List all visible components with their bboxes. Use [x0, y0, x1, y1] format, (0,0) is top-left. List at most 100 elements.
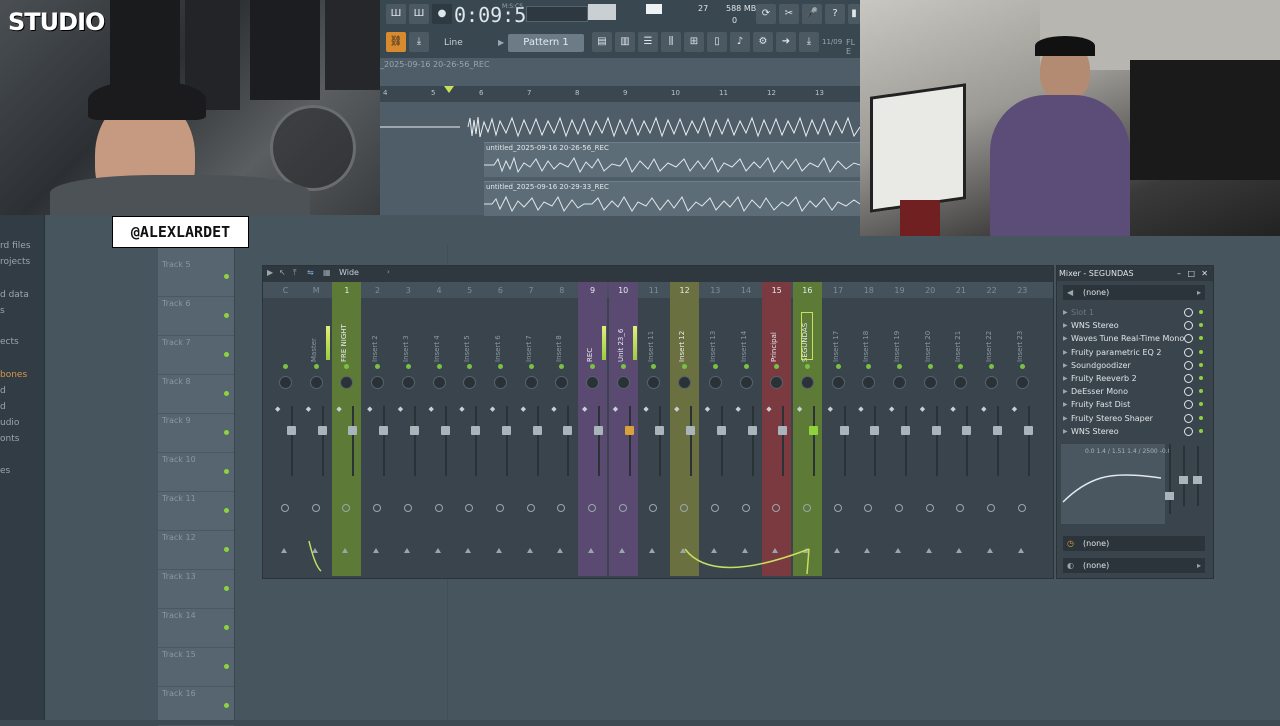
- track-led[interactable]: [224, 703, 229, 708]
- track-header[interactable]: Track 11: [158, 491, 234, 531]
- slot-enable-led[interactable]: [1199, 362, 1203, 367]
- timeline-ruler[interactable]: 4 5 6 7 8 9 10 11 12 13: [380, 86, 860, 102]
- download-icon[interactable]: ⤓: [799, 32, 819, 52]
- track-led[interactable]: [224, 547, 229, 552]
- slot-mix-knob[interactable]: [1184, 334, 1193, 344]
- slot-mix-knob[interactable]: [1184, 360, 1193, 370]
- slot-enable-led[interactable]: [1199, 402, 1203, 407]
- track-led[interactable]: [224, 352, 229, 357]
- piano-roll-icon[interactable]: ▥: [615, 32, 635, 52]
- fx-slot[interactable]: ▶ Soundgoodizer: [1063, 359, 1205, 372]
- slot-enable-led[interactable]: [1199, 336, 1203, 341]
- mic-icon[interactable]: 🎤: [802, 4, 822, 24]
- fx-slot[interactable]: ▶ Fruity Fast Dist: [1063, 398, 1205, 411]
- playlist-clip-area[interactable]: _2025-09-16 20-26-56_REC 4 5 6 7 8 9 10 …: [380, 58, 861, 216]
- fx-volume-fader[interactable]: [1193, 476, 1202, 484]
- slot-mix-knob[interactable]: [1184, 426, 1193, 436]
- fx-mix-fader[interactable]: [1165, 492, 1174, 500]
- track-header[interactable]: Track 9: [158, 413, 234, 453]
- browser-item[interactable]: bones: [0, 370, 27, 380]
- maximize-icon[interactable]: □: [1187, 266, 1195, 281]
- slot-mix-knob[interactable]: [1184, 400, 1193, 410]
- mixer-icon[interactable]: ⫼: [661, 32, 681, 52]
- export-icon[interactable]: ➜: [776, 32, 796, 52]
- mixer-window[interactable]: ▶ ↖ ⤒ ⇋ ▦ Wide › C ◆ M Master ◆ 1 FRE NIGHT ◆ 2 I…: [262, 265, 1054, 579]
- slot-enable-led[interactable]: [1199, 415, 1203, 420]
- slot-mix-knob[interactable]: [1184, 347, 1193, 357]
- tool-icon[interactable]: ⚙: [753, 32, 773, 52]
- slot-mix-knob[interactable]: [1184, 308, 1193, 317]
- track-led[interactable]: [224, 313, 229, 318]
- browser-item[interactable]: rojects: [0, 257, 30, 267]
- fx-slot[interactable]: ▶ Fruity Reeverb 2: [1063, 372, 1205, 385]
- slot-mix-knob[interactable]: [1184, 413, 1193, 423]
- browser-item[interactable]: ects: [0, 337, 19, 347]
- playlist-icon[interactable]: ▤: [592, 32, 612, 52]
- track-header[interactable]: Track 14: [158, 608, 234, 648]
- audio-clip[interactable]: untitled_2025-09-16 20-26-56_REC: [484, 142, 860, 177]
- track-led[interactable]: [224, 586, 229, 591]
- output-select-1[interactable]: ◷ (none): [1063, 536, 1205, 551]
- slot-enable-led[interactable]: [1199, 376, 1203, 380]
- slot-arrow-icon[interactable]: ▶: [1063, 372, 1068, 385]
- slot-mix-knob[interactable]: [1184, 374, 1193, 383]
- plugin-icon[interactable]: ♪: [730, 32, 750, 52]
- fx-slot[interactable]: ▶ Waves Tune Real-Time Mono: [1063, 332, 1205, 345]
- track-header[interactable]: Track 5: [158, 257, 234, 297]
- fx-slot[interactable]: ▶ Slot 1: [1063, 306, 1205, 319]
- slot-enable-led[interactable]: [1199, 323, 1203, 328]
- slot-arrow-icon[interactable]: ▶: [1063, 359, 1068, 372]
- menu-button[interactable]: Ш: [386, 4, 406, 24]
- browser-item[interactable]: d: [0, 402, 6, 412]
- slot-arrow-icon[interactable]: ▶: [1063, 346, 1068, 359]
- slot-mix-knob[interactable]: [1184, 321, 1193, 331]
- slot-arrow-icon[interactable]: ▶: [1063, 412, 1068, 425]
- track-header[interactable]: Track 12: [158, 530, 234, 570]
- browser-item[interactable]: onts: [0, 434, 19, 444]
- audio-clip-main[interactable]: [380, 114, 861, 140]
- help-icon[interactable]: ?: [825, 4, 845, 24]
- track-led[interactable]: [224, 664, 229, 669]
- mixer-fx-panel[interactable]: Mixer - SEGUNDAS – □ ✕ ◀ (none) ▸ ▶ Slot …: [1056, 265, 1214, 579]
- eq-graph[interactable]: 0.0 1.4 / 1.51 1.4 / 2500 -0.0: [1061, 444, 1171, 524]
- metronome-icon[interactable]: ⟳: [756, 4, 776, 24]
- snap-link-icon[interactable]: ⛓: [386, 32, 406, 52]
- prev-pattern-icon[interactable]: ▶: [498, 38, 504, 47]
- snap-magnet-icon[interactable]: ⤓: [409, 32, 429, 52]
- snap-mode-select[interactable]: Line: [444, 34, 490, 52]
- track-led[interactable]: [224, 508, 229, 513]
- pattern-select[interactable]: Pattern 1: [508, 34, 584, 52]
- track-header[interactable]: Track 13: [158, 569, 234, 609]
- browser-icon[interactable]: ⊞: [684, 32, 704, 52]
- browser-item[interactable]: d data: [0, 290, 29, 300]
- slot-arrow-icon[interactable]: ▶: [1063, 319, 1068, 332]
- slot-enable-led[interactable]: [1199, 389, 1203, 394]
- slot-arrow-icon[interactable]: ▶: [1063, 306, 1068, 319]
- slot-arrow-icon[interactable]: ▶: [1063, 332, 1068, 345]
- slot-enable-led[interactable]: [1199, 349, 1203, 354]
- slot-arrow-icon[interactable]: ▶: [1063, 425, 1068, 438]
- record-button[interactable]: ●: [432, 4, 452, 24]
- fx-slot[interactable]: ▶ Fruity parametric EQ 2: [1063, 346, 1205, 359]
- browser-item[interactable]: udio: [0, 418, 19, 428]
- cut-icon[interactable]: ✂: [779, 4, 799, 24]
- track-header[interactable]: Track 7: [158, 335, 234, 375]
- browser-item[interactable]: d: [0, 386, 6, 396]
- song-mode-button[interactable]: Ш: [409, 4, 429, 24]
- fx-slot[interactable]: ▶ WNS Stereo: [1063, 319, 1205, 332]
- track-led[interactable]: [224, 430, 229, 435]
- browser-item[interactable]: es: [0, 466, 10, 476]
- close-icon[interactable]: ✕: [1201, 266, 1208, 281]
- fx-slot[interactable]: ▶ Fruity Stereo Shaper: [1063, 412, 1205, 425]
- track-led[interactable]: [224, 391, 229, 396]
- slot-arrow-icon[interactable]: ▶: [1063, 398, 1068, 411]
- fx-slot[interactable]: ▶ DeEsser Mono: [1063, 385, 1205, 398]
- channel-rack-icon[interactable]: ☰: [638, 32, 658, 52]
- track-header[interactable]: Track 8: [158, 374, 234, 414]
- track-header[interactable]: Track 15: [158, 647, 234, 687]
- fx-stereo-fader[interactable]: [1179, 476, 1188, 484]
- new-file-icon[interactable]: ▯: [707, 32, 727, 52]
- track-header[interactable]: Track 10: [158, 452, 234, 492]
- minimize-icon[interactable]: –: [1177, 266, 1181, 281]
- more-icon[interactable]: ▮: [848, 4, 860, 24]
